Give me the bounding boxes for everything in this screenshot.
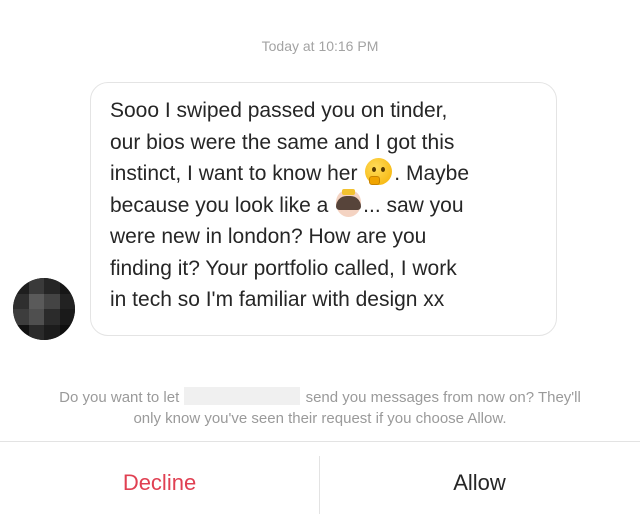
message-line: were new in london? How are you — [110, 225, 427, 248]
message-text: because you look like a — [110, 193, 329, 217]
redacted-username — [184, 387, 301, 405]
sender-avatar[interactable] — [13, 278, 75, 340]
thinking-face-emoji-icon — [365, 158, 393, 185]
message-line: our bios were the same and I got this — [110, 130, 455, 154]
message-text: instinct, I want to know her — [110, 162, 358, 185]
message-timestamp: Today at 10:16 PM — [261, 38, 379, 54]
message-line: in tech so I'm familiar with design xx — [110, 288, 445, 311]
message-line: Sooo I swiped passed you on tinder, — [110, 99, 448, 122]
message-line: instinct, I want to know her . Maybe — [110, 158, 540, 190]
decline-button[interactable]: Decline — [0, 442, 319, 524]
message-text: . Maybe — [394, 162, 469, 185]
message-request-notice: Do you want to let send you messages fro… — [0, 387, 640, 429]
notice-text: send you messages from now on? They'll — [305, 389, 581, 406]
notice-line-2: only know you've seen their request if y… — [133, 410, 507, 427]
notice-line-1: Do you want to let send you messages fro… — [0, 387, 640, 408]
message-line: finding it? Your portfolio called, I wor… — [110, 256, 457, 280]
notice-text: Do you want to let — [59, 389, 180, 406]
message-text: ... saw you — [363, 193, 464, 217]
princess-emoji-icon — [336, 188, 362, 217]
message-bubble[interactable]: Sooo I swiped passed you on tinder, our … — [90, 82, 557, 336]
allow-button[interactable]: Allow — [320, 442, 639, 524]
message-line: because you look like a ... saw you — [110, 188, 540, 222]
